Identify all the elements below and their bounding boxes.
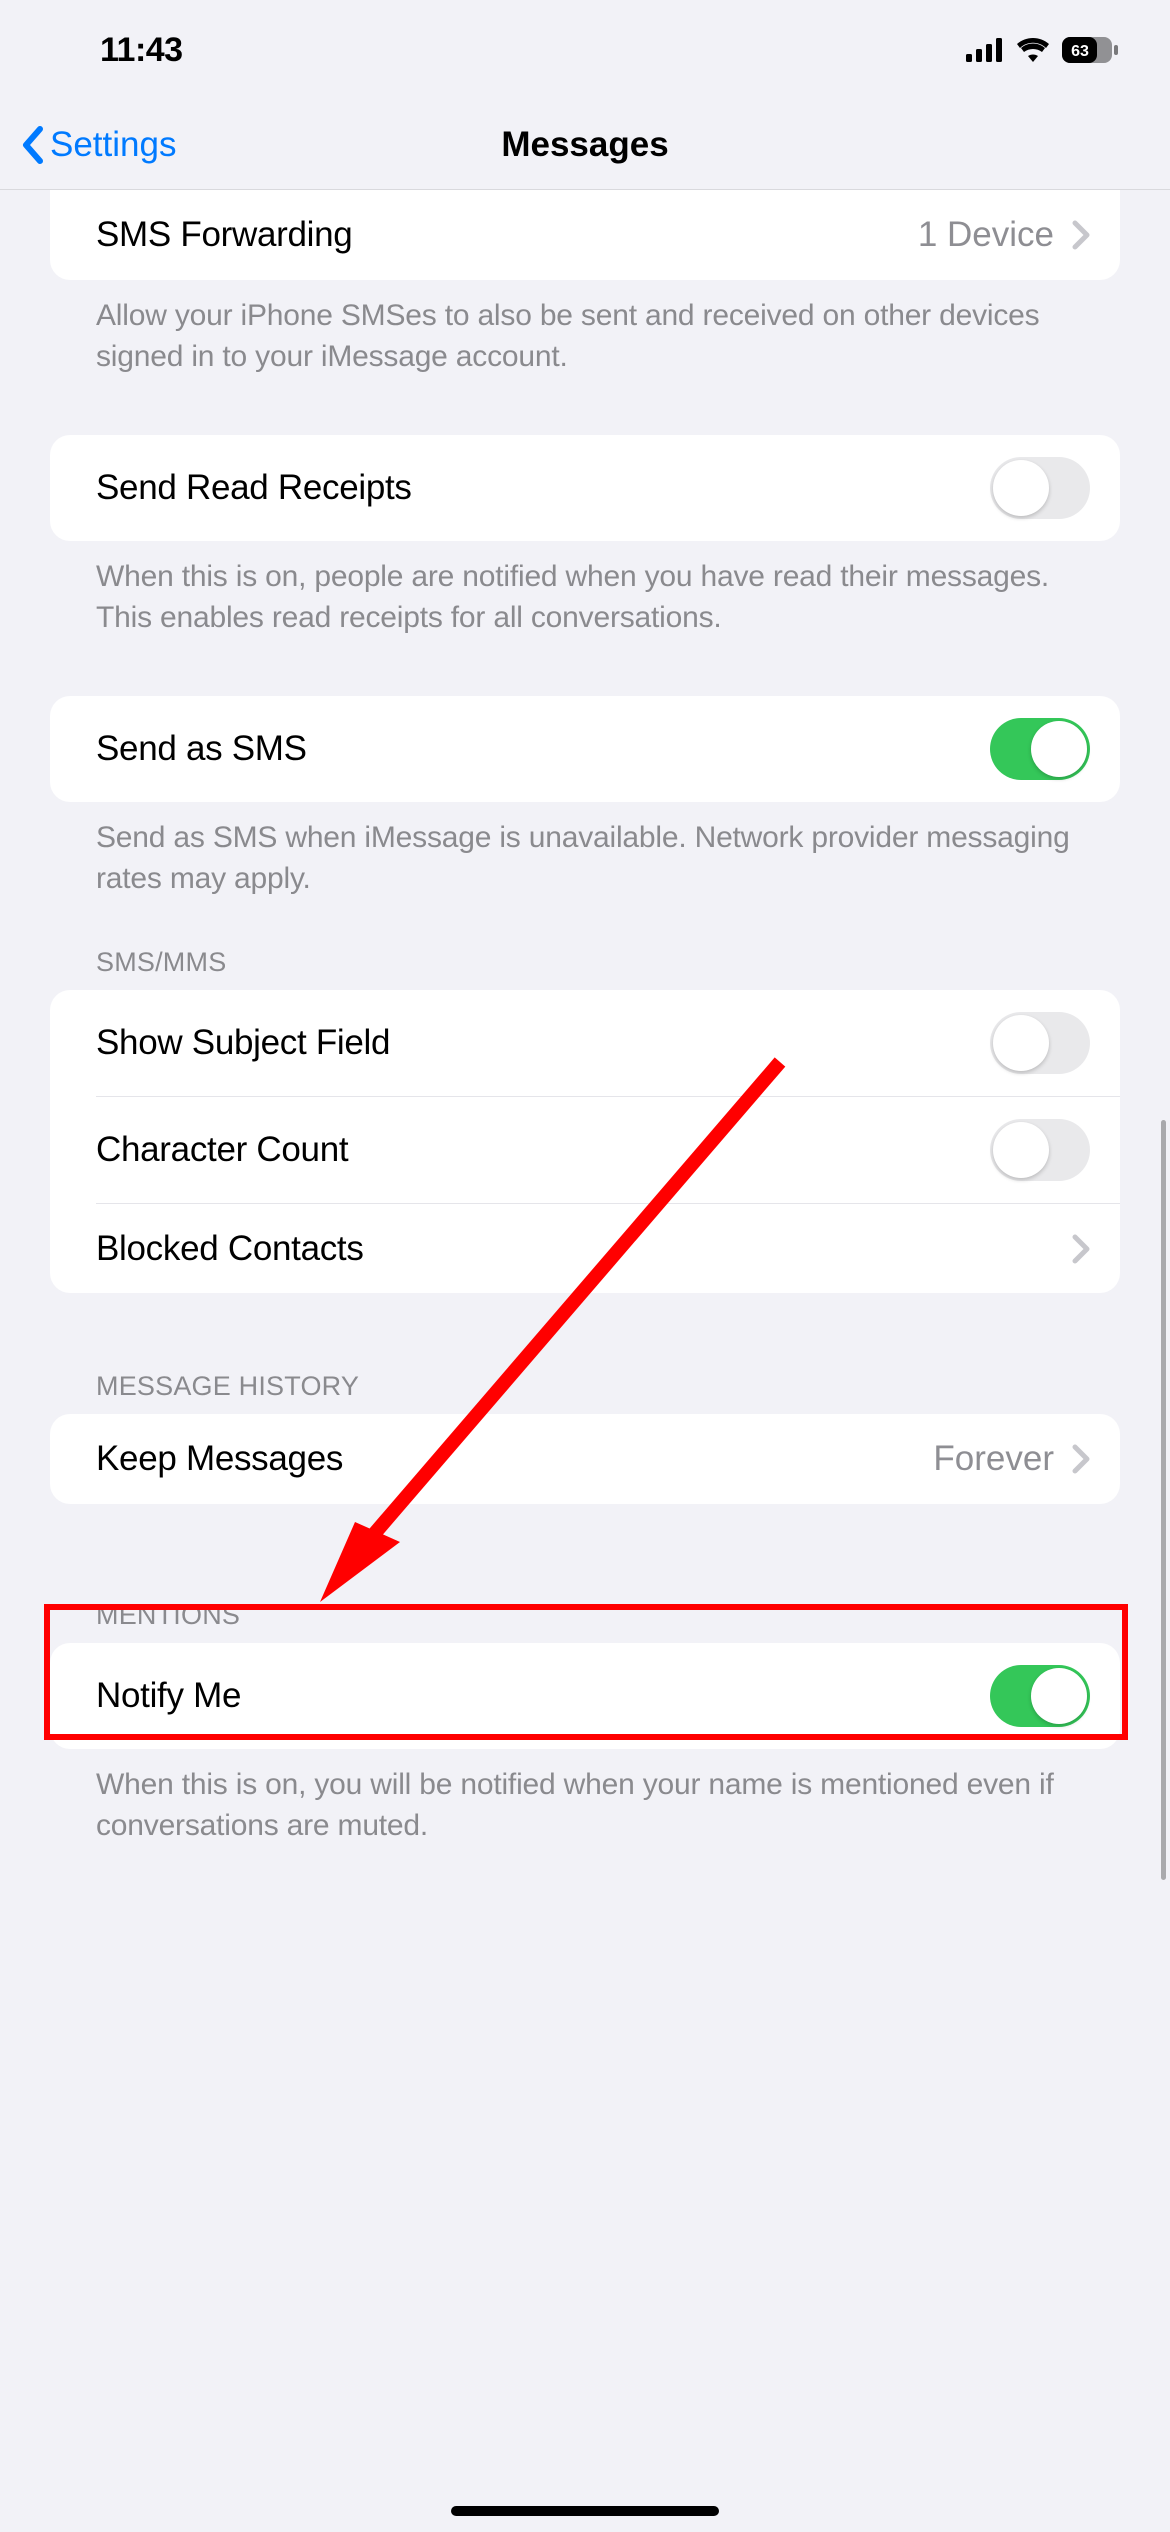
footer-notify-me: When this is on, you will be notified wh… <box>50 1749 1120 1846</box>
row-read-receipts[interactable]: Send Read Receipts <box>50 435 1120 541</box>
group-sms-mms: Show Subject Field Character Count Block… <box>50 990 1120 1293</box>
home-indicator[interactable] <box>451 2506 719 2516</box>
row-show-subject-field[interactable]: Show Subject Field <box>50 990 1120 1096</box>
row-label: Notify Me <box>96 1676 241 1716</box>
chevron-right-icon <box>1072 1234 1090 1264</box>
content: SMS Forwarding 1 Device Allow your iPhon… <box>0 190 1170 1846</box>
footer-read-receipts: When this is on, people are notified whe… <box>50 541 1120 638</box>
group-message-history: Keep Messages Forever <box>50 1414 1120 1504</box>
cellular-icon <box>966 38 1004 62</box>
status-bar: 11:43 63 <box>0 0 1170 100</box>
chevron-right-icon <box>1072 220 1090 250</box>
row-label: Keep Messages <box>96 1439 343 1479</box>
header-mentions: MENTIONS <box>50 1504 1120 1643</box>
group-sms-forwarding: SMS Forwarding 1 Device <box>50 190 1120 280</box>
row-keep-messages[interactable]: Keep Messages Forever <box>50 1414 1120 1504</box>
row-label: Character Count <box>96 1130 348 1170</box>
footer-send-as-sms: Send as SMS when iMessage is unavailable… <box>50 802 1120 899</box>
toggle-send-as-sms[interactable] <box>990 718 1090 780</box>
toggle-show-subject[interactable] <box>990 1012 1090 1074</box>
group-read-receipts: Send Read Receipts <box>50 435 1120 541</box>
chevron-left-icon <box>20 125 44 165</box>
row-label: SMS Forwarding <box>96 215 352 255</box>
row-character-count[interactable]: Character Count <box>96 1096 1120 1203</box>
back-button[interactable]: Settings <box>20 125 176 165</box>
row-label: Show Subject Field <box>96 1023 390 1063</box>
back-label: Settings <box>50 125 176 165</box>
header-message-history: MESSAGE HISTORY <box>50 1293 1120 1414</box>
toggle-read-receipts[interactable] <box>990 457 1090 519</box>
row-sms-forwarding[interactable]: SMS Forwarding 1 Device <box>50 190 1120 280</box>
page-title: Messages <box>501 125 668 165</box>
row-label: Send Read Receipts <box>96 468 412 508</box>
row-value: Forever <box>933 1439 1054 1479</box>
battery-icon: 63 <box>1062 37 1120 63</box>
wifi-icon <box>1016 38 1050 62</box>
toggle-notify-me[interactable] <box>990 1665 1090 1727</box>
row-value: 1 Device <box>918 215 1054 255</box>
navigation-bar: Settings Messages <box>0 100 1170 190</box>
group-mentions: Notify Me <box>50 1643 1120 1749</box>
scroll-indicator[interactable] <box>1161 1120 1166 1880</box>
row-label: Send as SMS <box>96 729 307 769</box>
header-sms-mms: SMS/MMS <box>50 899 1120 990</box>
status-time: 11:43 <box>100 31 183 70</box>
toggle-character-count[interactable] <box>990 1119 1090 1181</box>
row-label: Blocked Contacts <box>96 1229 364 1269</box>
row-blocked-contacts[interactable]: Blocked Contacts <box>96 1203 1120 1293</box>
row-notify-me[interactable]: Notify Me <box>50 1643 1120 1749</box>
svg-text:63: 63 <box>1071 43 1089 60</box>
row-send-as-sms[interactable]: Send as SMS <box>50 696 1120 802</box>
status-indicators: 63 <box>966 37 1120 63</box>
group-send-as-sms: Send as SMS <box>50 696 1120 802</box>
footer-sms-forwarding: Allow your iPhone SMSes to also be sent … <box>50 280 1120 377</box>
chevron-right-icon <box>1072 1444 1090 1474</box>
